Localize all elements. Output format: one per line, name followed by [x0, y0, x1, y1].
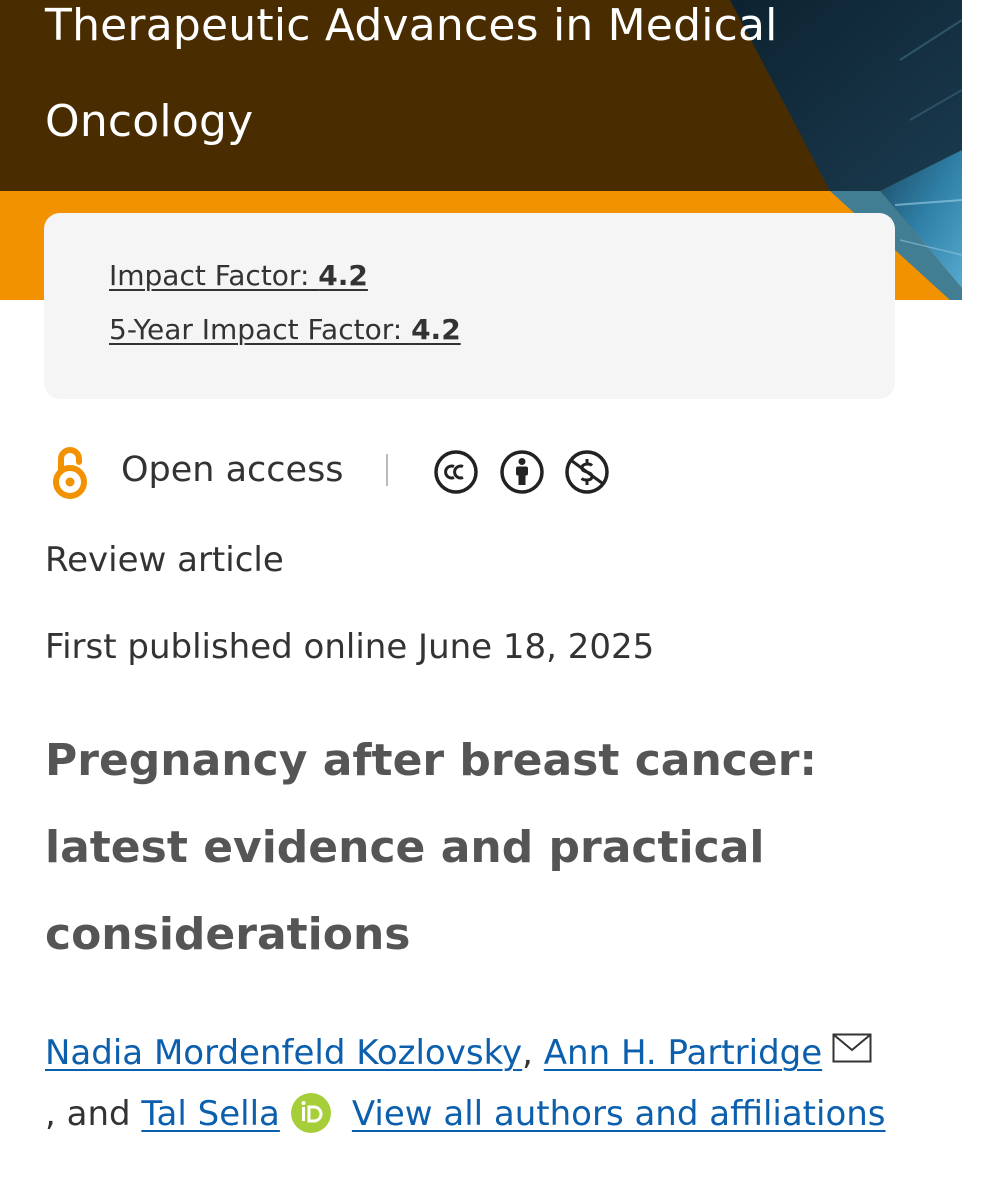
publication-date: First published online June 18, 2025 [45, 627, 655, 667]
author-separator: , [522, 1033, 533, 1073]
impact-factor-value: 4.2 [318, 259, 368, 292]
creative-commons-icon[interactable] [433, 449, 479, 495]
access-row: Open access [44, 440, 944, 504]
author-separator-and: , and [45, 1094, 131, 1134]
five-year-impact-value: 4.2 [411, 313, 461, 346]
author-link-kozlovsky[interactable]: Nadia Mordenfeld Kozlovsky [45, 1033, 522, 1073]
mail-icon[interactable] [832, 1033, 872, 1063]
impact-factor-card: Impact Factor: 4.2 5-Year Impact Factor:… [44, 213, 895, 399]
author-link-sella[interactable]: Tal Sella [141, 1094, 279, 1134]
five-year-impact-label: 5-Year Impact Factor: [109, 313, 412, 346]
view-all-authors-link[interactable]: View all authors and affiliations [352, 1094, 886, 1134]
article-title: Pregnancy after breast cancer: latest ev… [45, 735, 818, 960]
author-list: Nadia Mordenfeld Kozlovsky, Ann H. Partr… [45, 1023, 945, 1145]
journal-title[interactable]: Therapeutic Advances in Medical Oncology [45, 0, 905, 170]
attribution-icon[interactable] [499, 449, 545, 495]
orcid-icon[interactable] [290, 1092, 332, 1134]
open-access-label: Open access [121, 450, 344, 490]
open-lock-icon [53, 447, 87, 499]
article-page: Therapeutic Advances in Medical Oncology… [0, 0, 983, 1200]
impact-factor-link[interactable]: Impact Factor: 4.2 [109, 259, 368, 292]
author-link-partridge[interactable]: Ann H. Partridge [544, 1033, 822, 1073]
impact-factor-label: Impact Factor: [109, 259, 319, 292]
article-type: Review article [45, 540, 284, 580]
access-divider [386, 454, 388, 486]
non-commercial-icon[interactable] [564, 449, 610, 495]
five-year-impact-factor-link[interactable]: 5-Year Impact Factor: 4.2 [109, 313, 461, 346]
